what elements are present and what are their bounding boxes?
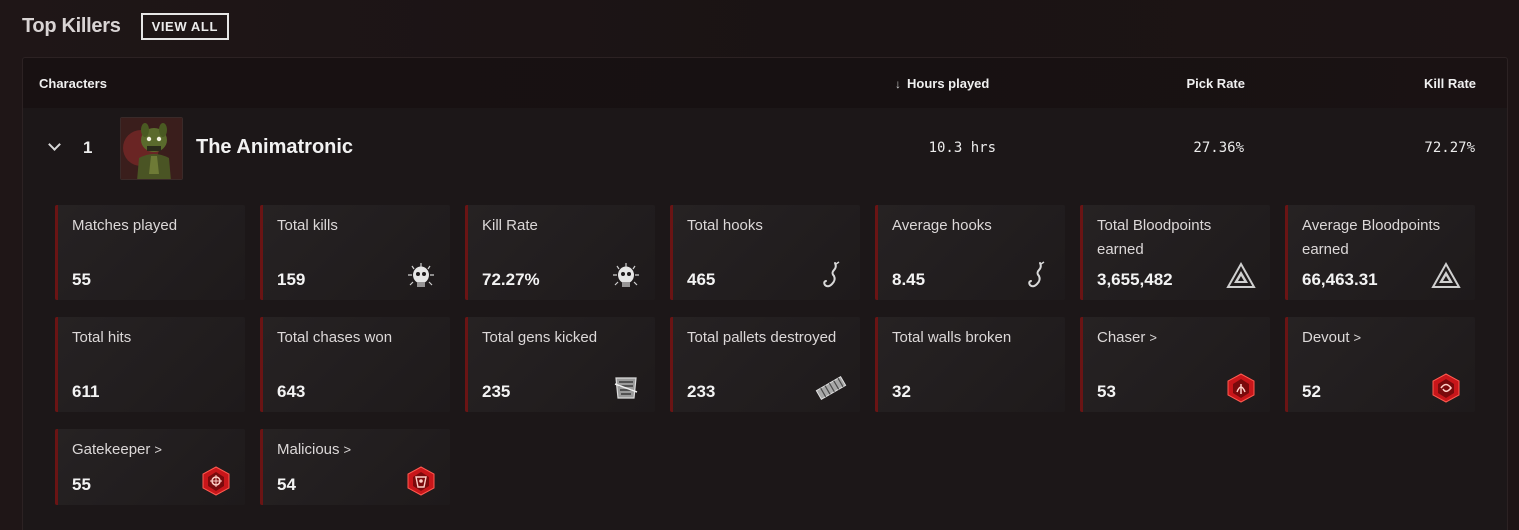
stat-card-malicious[interactable]: Malicious > 54 (260, 429, 450, 505)
stat-label: Gatekeeper > (72, 441, 162, 458)
stat-value: 233 (687, 382, 716, 401)
stat-label: Average hooks (892, 217, 992, 234)
chevron-right-icon: > (154, 442, 162, 457)
stat-value: 611 (72, 382, 100, 401)
hook-icon (815, 260, 847, 292)
stat-value: 32 (892, 382, 911, 401)
stat-label: Total hooks (687, 217, 763, 234)
gatekeeper-emblem-icon (200, 465, 232, 497)
stat-label: Total hits (72, 329, 132, 346)
stat-label: Total pallets destroyed (687, 329, 837, 346)
stat-card-total-pallets-destroyed: Total pallets destroyed 233 (670, 317, 860, 412)
stat-label: Total walls broken (892, 329, 1012, 346)
stat-card-chaser[interactable]: Chaser > 53 (1080, 317, 1270, 412)
generator-icon (610, 372, 642, 404)
killers-table: Characters ↓ Hours played Pick Rate Kill… (22, 57, 1508, 530)
rank: 1 (83, 138, 93, 157)
stat-value: 52 (1302, 382, 1321, 401)
stat-label: Total chases won (277, 329, 393, 346)
devout-emblem-icon (1430, 372, 1462, 404)
stat-value: 3,655,482 (1097, 270, 1173, 289)
row-summary[interactable]: 1 The Animatronic 10.3 hrs 27.36% 72.27% (23, 108, 1507, 188)
stat-card-total-kills: Total kills 159 (260, 205, 450, 300)
section-header: Top Killers VIEW ALL (22, 13, 230, 40)
character-portrait (120, 117, 183, 180)
bloodpoints-icon (1225, 260, 1257, 292)
stat-label: Average Bloodpoints earned (1302, 217, 1441, 258)
stat-card-total-gens-kicked: Total gens kicked 235 (465, 317, 655, 412)
stat-card-total-hits: Total hits 611 (55, 317, 245, 412)
stat-label: Devout > (1302, 329, 1362, 346)
chevron-right-icon: > (1149, 330, 1157, 345)
stat-value: 53 (1097, 382, 1116, 401)
stat-card-total-chases-won: Total chases won 643 (260, 317, 450, 412)
malicious-emblem-icon (405, 465, 437, 497)
stat-card-average-hooks: Average hooks 8.45 (875, 205, 1065, 300)
column-kill-rate[interactable]: Kill Rate (1424, 76, 1476, 91)
stat-value: 159 (277, 270, 306, 289)
stat-value: 54 (277, 475, 296, 494)
chaser-emblem-icon (1225, 372, 1257, 404)
stats-grid: Matches played 55 Total kills 159 Kill R… (55, 205, 1475, 505)
stat-value: 55 (72, 270, 91, 289)
stat-label: Malicious > (277, 441, 352, 458)
stat-card-gatekeeper[interactable]: Gatekeeper > 55 (55, 429, 245, 505)
stat-card-total-bloodpoints: Total Bloodpoints earned 3,655,482 (1080, 205, 1270, 300)
chevron-right-icon: > (1353, 330, 1362, 345)
stat-value: 66,463.31 (1302, 270, 1378, 289)
table-row: 1 The Animatronic 10.3 hrs 27.36% 72.27%… (23, 108, 1507, 530)
stat-card-average-bloodpoints: Average Bloodpoints earned 66,463.31 (1285, 205, 1475, 300)
stat-label: Chaser > (1097, 329, 1157, 346)
section-title: Top Killers (22, 15, 121, 37)
stat-card-kill-rate: Kill Rate 72.27% (465, 205, 655, 300)
kill-rate-value: 72.27% (1424, 140, 1475, 156)
column-pick-rate[interactable]: Pick Rate (1186, 76, 1245, 91)
stat-label: Total Bloodpoints earned (1097, 217, 1212, 258)
stat-value: 643 (277, 382, 306, 401)
stat-card-devout[interactable]: Devout > 52 (1285, 317, 1475, 412)
character-name[interactable]: The Animatronic (196, 136, 353, 159)
stat-value: 235 (482, 382, 511, 401)
hook-icon (1020, 260, 1052, 292)
stat-value: 8.45 (892, 270, 926, 289)
column-hours-played[interactable]: ↓ Hours played (895, 76, 989, 91)
stat-card-total-hooks: Total hooks 465 (670, 205, 860, 300)
bloodpoints-icon (1430, 260, 1462, 292)
table-header: Characters ↓ Hours played Pick Rate Kill… (23, 58, 1507, 108)
chevron-down-icon[interactable] (47, 139, 61, 153)
arrow-down-icon: ↓ (895, 76, 901, 91)
stat-value: 465 (687, 270, 716, 289)
chevron-right-icon: > (343, 442, 352, 457)
skull-icon (610, 260, 642, 292)
column-hours-label: Hours played (907, 76, 990, 91)
pick-rate-value: 27.36% (1193, 140, 1244, 156)
hours-played-value: 10.3 hrs (928, 140, 996, 156)
stat-label: Total kills (277, 217, 338, 234)
stat-label: Total gens kicked (482, 329, 598, 346)
stat-card-total-walls-broken: Total walls broken 32 (875, 317, 1065, 412)
view-all-button[interactable]: VIEW ALL (140, 13, 230, 40)
column-characters[interactable]: Characters (39, 76, 107, 91)
skull-icon (405, 260, 437, 292)
stat-value: 55 (72, 475, 91, 494)
stat-card-matches-played: Matches played 55 (55, 205, 245, 300)
stat-value: 72.27% (482, 270, 540, 289)
stat-label: Matches played (72, 217, 178, 234)
pallet-icon (815, 372, 847, 404)
stat-label: Kill Rate (482, 217, 538, 234)
